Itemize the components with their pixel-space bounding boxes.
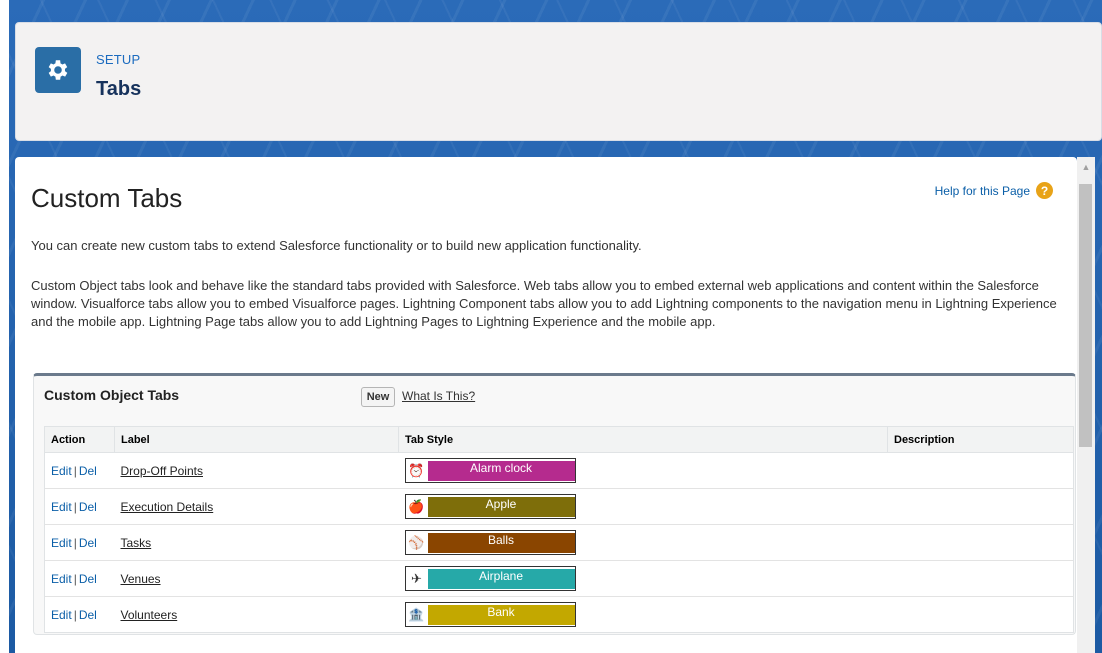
table-row: Edit | Del Tasks ⚾ Balls [44, 524, 1074, 561]
delete-link[interactable]: Del [79, 464, 97, 478]
section-heading: Custom Tabs [31, 183, 183, 213]
apple-icon: 🍎 [405, 495, 428, 518]
new-button[interactable]: New [361, 387, 395, 407]
row-description-cell [887, 524, 1074, 561]
tab-style-name: Airplane [427, 568, 575, 589]
airplane-icon: ✈ [405, 567, 428, 590]
help-icon[interactable]: ? [1036, 182, 1053, 199]
table-row: Edit | Del Drop-Off Points ⏰ Alarm clock [44, 452, 1074, 489]
row-style-cell: 🍎 Apple [398, 488, 888, 525]
page-title: Tabs [96, 78, 142, 100]
tab-style-chip: ⏰ Alarm clock [404, 458, 576, 483]
row-style-cell: 🏦 Bank [398, 596, 888, 633]
row-actions: Edit | Del [44, 524, 115, 561]
column-action: Action [44, 426, 115, 453]
main-content: Custom Tabs Help for this Page ? You can… [15, 157, 1077, 653]
action-separator: | [73, 535, 77, 550]
intro-text: You can create new custom tabs to extend… [31, 238, 642, 253]
breadcrumb-setup: SETUP [96, 52, 141, 67]
row-description-cell [887, 452, 1074, 489]
tab-style-chip: ⚾ Balls [404, 530, 576, 555]
row-actions: Edit | Del [44, 488, 115, 525]
what-is-this-link[interactable]: What Is This? [402, 389, 475, 403]
tab-label-link[interactable]: Venues [121, 572, 161, 586]
action-separator: | [73, 607, 77, 622]
scrollbar[interactable]: ▲ [1077, 157, 1095, 653]
column-tab-style: Tab Style [398, 426, 888, 453]
list-title: Custom Object Tabs [44, 387, 180, 403]
delete-link[interactable]: Del [79, 608, 97, 622]
column-label: Label [114, 426, 399, 453]
row-label-cell: Execution Details [114, 488, 399, 525]
tab-label-link[interactable]: Drop-Off Points [121, 464, 203, 478]
tab-style-name: Balls [427, 532, 575, 553]
row-label-cell: Tasks [114, 524, 399, 561]
tab-style-chip: 🍎 Apple [404, 494, 576, 519]
help-link[interactable]: Help for this Page ? [935, 182, 1053, 199]
action-separator: | [73, 499, 77, 514]
row-actions: Edit | Del [44, 596, 115, 633]
tab-style-chip: ✈ Airplane [404, 566, 576, 591]
column-description: Description [887, 426, 1074, 453]
tab-label-link[interactable]: Volunteers [121, 608, 178, 622]
row-label-cell: Volunteers [114, 596, 399, 633]
row-actions: Edit | Del [44, 560, 115, 597]
row-label-cell: Drop-Off Points [114, 452, 399, 489]
action-separator: | [73, 571, 77, 586]
row-description-cell [887, 560, 1074, 597]
action-separator: | [73, 463, 77, 478]
balls-icon: ⚾ [405, 531, 428, 554]
tab-label-link[interactable]: Tasks [121, 536, 152, 550]
bank-icon: 🏦 [405, 603, 428, 626]
row-actions: Edit | Del [44, 452, 115, 489]
left-edge [0, 0, 9, 653]
delete-link[interactable]: Del [79, 500, 97, 514]
delete-link[interactable]: Del [79, 536, 97, 550]
tab-style-name: Alarm clock [427, 460, 575, 481]
delete-link[interactable]: Del [79, 572, 97, 586]
custom-object-tabs-table: Action Label Tab Style Description Edit |… [44, 426, 1074, 633]
gear-icon [35, 47, 81, 93]
table-header-row: Action Label Tab Style Description [44, 426, 1074, 453]
custom-object-tabs-list: Custom Object Tabs New What Is This? Act… [33, 373, 1076, 635]
tab-style-name: Bank [427, 604, 575, 625]
description-text: Custom Object tabs look and behave like … [31, 278, 1057, 329]
edit-link[interactable]: Edit [51, 608, 72, 622]
tab-style-name: Apple [427, 496, 575, 517]
edit-link[interactable]: Edit [51, 536, 72, 550]
row-description-cell [887, 596, 1074, 633]
row-label-cell: Venues [114, 560, 399, 597]
row-style-cell: ⚾ Balls [398, 524, 888, 561]
help-link-label[interactable]: Help for this Page [935, 184, 1030, 198]
row-description-cell [887, 488, 1074, 525]
scroll-up-arrow[interactable]: ▲ [1077, 161, 1095, 173]
row-style-cell: ✈ Airplane [398, 560, 888, 597]
tab-style-chip: 🏦 Bank [404, 602, 576, 627]
alarm-clock-icon: ⏰ [405, 459, 428, 482]
edit-link[interactable]: Edit [51, 464, 72, 478]
table-row: Edit | Del Volunteers 🏦 Bank [44, 596, 1074, 633]
page-header: SETUP Tabs [15, 22, 1102, 141]
edit-link[interactable]: Edit [51, 500, 72, 514]
edit-link[interactable]: Edit [51, 572, 72, 586]
scroll-thumb[interactable] [1079, 184, 1092, 447]
table-row: Edit | Del Execution Details 🍎 Apple [44, 488, 1074, 525]
table-row: Edit | Del Venues ✈ Airplane [44, 560, 1074, 597]
tab-label-link[interactable]: Execution Details [121, 500, 214, 514]
row-style-cell: ⏰ Alarm clock [398, 452, 888, 489]
